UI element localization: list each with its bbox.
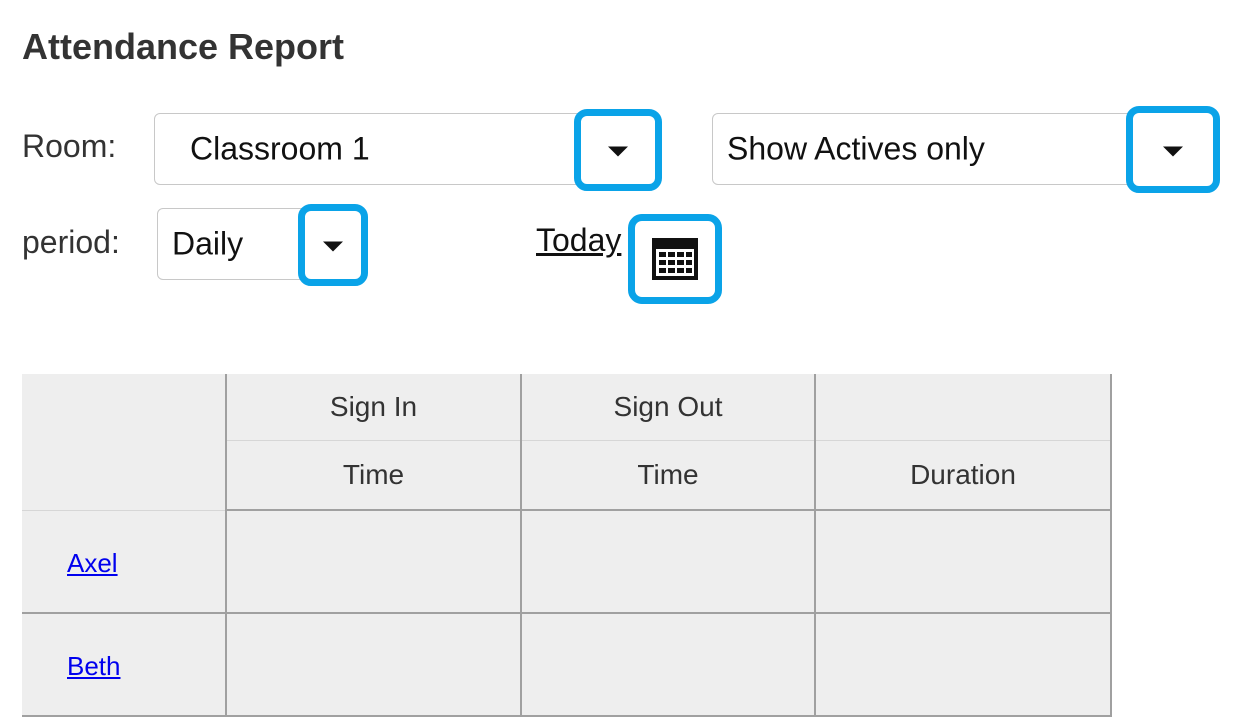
period-select-value: Daily — [172, 225, 244, 262]
sign-in-time-cell — [225, 510, 522, 614]
status-select-value: Show Actives only — [727, 130, 985, 167]
table-row: Beth — [22, 613, 1112, 717]
room-select-value: Classroom 1 — [190, 130, 370, 167]
header-duration: Duration — [814, 440, 1112, 511]
table-row: Axel — [22, 510, 1112, 614]
name-cell: Axel — [22, 510, 227, 614]
caret-down-icon — [323, 241, 343, 252]
caret-down-icon — [608, 146, 628, 157]
table-group-header-row: Sign In Sign Out — [22, 374, 1112, 511]
status-dropdown-button[interactable] — [1126, 106, 1220, 193]
sign-out-time-cell — [520, 510, 816, 614]
calendar-icon — [652, 238, 698, 280]
header-blank — [814, 374, 1112, 441]
duration-cell — [814, 510, 1112, 614]
period-dropdown-button[interactable] — [298, 204, 368, 286]
sign-in-time-cell — [225, 613, 522, 717]
page-title: Attendance Report — [22, 26, 345, 67]
calendar-button[interactable] — [628, 214, 722, 304]
room-label: Room: — [22, 128, 117, 164]
duration-cell — [814, 613, 1112, 717]
today-link[interactable]: Today — [536, 222, 621, 259]
header-sign-in-time: Time — [225, 440, 522, 511]
header-sign-out: Sign Out — [520, 374, 816, 441]
period-label: period: — [22, 224, 120, 260]
room-dropdown-button[interactable] — [574, 109, 662, 191]
corner-cell — [22, 374, 227, 511]
header-sign-in: Sign In — [225, 374, 522, 441]
name-cell: Beth — [22, 613, 227, 717]
header-sign-out-time: Time — [520, 440, 816, 511]
student-link[interactable]: Beth — [67, 651, 121, 681]
student-link[interactable]: Axel — [67, 548, 118, 578]
sign-out-time-cell — [520, 613, 816, 717]
caret-down-icon — [1163, 146, 1183, 156]
attendance-table: Sign In Sign Out Time Time Duration Axel… — [22, 374, 1112, 717]
